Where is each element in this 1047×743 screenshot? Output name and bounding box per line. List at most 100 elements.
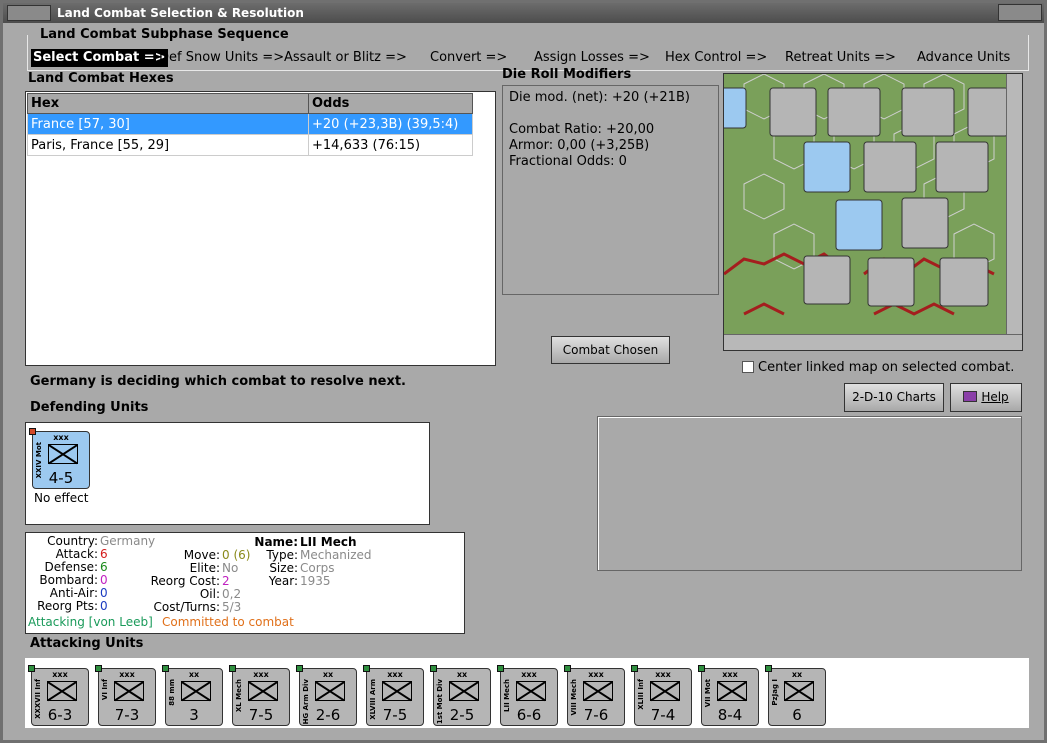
attacker-counter[interactable]: xxx XL Mech 7-5 xyxy=(229,665,290,726)
unit-symbol-icon xyxy=(717,681,747,701)
close-button[interactable] xyxy=(998,4,1042,21)
map-horizontal-scrollbar[interactable] xyxy=(724,334,1022,350)
combat-chosen-button[interactable]: Combat Chosen xyxy=(551,336,670,364)
attacker-counter[interactable]: xx HG Arm Div 2-6 xyxy=(296,665,357,726)
title-bar: Land Combat Selection & Resolution xyxy=(3,3,1044,23)
unit-size: xx xyxy=(188,670,200,679)
unit-symbol-icon xyxy=(382,681,412,701)
unit-strength: 6-3 xyxy=(47,706,73,724)
drm-net: Die mod. (net): +20 (+21B) xyxy=(509,90,690,105)
unit-name: 88 mm xyxy=(168,679,176,706)
attacker-counter[interactable]: xxx XLVIII Arm 7-5 xyxy=(363,665,424,726)
unit-symbol-icon xyxy=(784,681,814,701)
cost-turns-label: Cost/Turns: xyxy=(153,600,220,614)
unit-size: xx xyxy=(791,670,803,679)
unit-symbol-icon xyxy=(248,681,278,701)
unit-name: VI Inf xyxy=(101,679,109,701)
unit-size: xx xyxy=(322,670,334,679)
unit-symbol-icon xyxy=(315,681,345,701)
help-button[interactable]: Help xyxy=(950,383,1022,412)
unit-strength: 6 xyxy=(792,706,802,724)
map-hexes xyxy=(724,74,1008,316)
attacker-counter[interactable]: xxx XXXVII Inf 6-3 xyxy=(28,665,89,726)
map-vertical-scrollbar[interactable] xyxy=(1006,74,1022,336)
attacking-units-strip: xxx XXXVII Inf 6-3 xxx VI Inf 7-3 xx 88 mm 3 xxx X… xyxy=(25,658,1029,728)
hexes-list: Hex Odds France [57, 30] +20 (+23,3B) (3… xyxy=(25,91,496,366)
unit-size: xxx xyxy=(52,670,68,679)
linked-map[interactable] xyxy=(723,73,1023,351)
charts-button[interactable]: 2-D-10 Charts xyxy=(844,383,944,412)
step-assign-losses: Assign Losses => xyxy=(534,50,650,65)
defending-title: Defending Units xyxy=(30,400,149,415)
unit-symbol-icon xyxy=(583,681,613,701)
step-convert: Convert => xyxy=(430,50,508,65)
attacker-counter[interactable]: xx 1st Mot Div 2-5 xyxy=(430,665,491,726)
unit-size: xxx xyxy=(53,433,69,442)
drm-panel: Die mod. (net): +20 (+21B) Combat Ratio:… xyxy=(502,85,719,295)
year-value: 1935 xyxy=(300,574,331,588)
hex-cell: France [57, 30] xyxy=(27,113,309,135)
attacker-counter[interactable]: xxx VI Inf 7-3 xyxy=(95,665,156,726)
col-hex[interactable]: Hex xyxy=(27,93,309,114)
unit-strength: 7-5 xyxy=(382,706,408,724)
unit-name: PzJag I xyxy=(771,679,779,706)
drm-armor: Armor: 0,00 (+3,25B) xyxy=(509,138,650,153)
unit-name: VII Mot xyxy=(704,679,712,708)
unit-size: xxx xyxy=(387,670,403,679)
odds-cell: +14,633 (76:15) xyxy=(308,134,473,156)
unit-strength: 7-3 xyxy=(114,706,140,724)
unit-strength: 6-6 xyxy=(516,706,542,724)
attacker-counter[interactable]: xx PzJag I 6 xyxy=(765,665,826,726)
defending-units-panel: xxx XXIV Mot 4-5 No effect xyxy=(25,422,430,525)
reorg-pts-value: 0 xyxy=(100,599,108,613)
unit-info-panel: Country: Germany Attack: 6 Defense: 6 Bo… xyxy=(25,532,465,634)
unit-size: xxx xyxy=(722,670,738,679)
subphase-steps: Select Combat => Def Snow Units => Assau… xyxy=(31,49,1031,67)
hexes-table: Hex Odds France [57, 30] +20 (+23,3B) (3… xyxy=(27,93,473,156)
cost-turns-value: 5/3 xyxy=(222,600,242,614)
attacker-counter[interactable]: xxx LII Mech 6-6 xyxy=(497,665,558,726)
table-row[interactable]: Paris, France [55, 29] +14,633 (76:15) xyxy=(27,134,473,156)
drm-ratio: Combat Ratio: +20,00 xyxy=(509,122,655,137)
attacker-counter[interactable]: xxx VIII Mech 7-6 xyxy=(564,665,625,726)
land-combat-window: Land Combat Selection & Resolution Land … xyxy=(0,0,1047,743)
hexes-title: Land Combat Hexes xyxy=(28,71,174,86)
unit-size: xxx xyxy=(253,670,269,679)
window-menu-icon[interactable] xyxy=(7,5,51,21)
table-row[interactable]: France [57, 30] +20 (+23,3B) (39,5:4) xyxy=(27,113,473,135)
center-map-option[interactable]: Center linked map on selected combat. xyxy=(742,360,1014,375)
year-label: Year: xyxy=(268,574,298,588)
unit-strength: 3 xyxy=(189,706,199,724)
odds-cell: +20 (+23,3B) (39,5:4) xyxy=(308,113,473,135)
help-label: Help xyxy=(981,390,1009,404)
combat-status: Germany is deciding which combat to reso… xyxy=(30,374,406,389)
attacking-title: Attacking Units xyxy=(30,636,144,651)
defender-result: No effect xyxy=(34,491,89,505)
unit-symbol-icon xyxy=(516,681,546,701)
unit-strength: 4-5 xyxy=(48,469,74,487)
col-odds[interactable]: Odds xyxy=(308,93,473,114)
attacking-leader: Attacking [von Leeb] xyxy=(28,615,153,629)
step-advance-units: Advance Units xyxy=(917,50,1011,65)
unit-symbol-icon xyxy=(114,681,144,701)
step-hex-control: Hex Control => xyxy=(665,50,768,65)
step-retreat-units: Retreat Units => xyxy=(785,50,896,65)
attacker-counter[interactable]: xx 88 mm 3 xyxy=(162,665,223,726)
committed-status: Committed to combat xyxy=(162,615,294,629)
unit-symbol-icon xyxy=(449,681,479,701)
reorg-pts-label: Reorg Pts: xyxy=(37,599,98,613)
center-map-label: Center linked map on selected combat. xyxy=(758,360,1015,375)
unit-symbol-icon xyxy=(47,681,77,701)
drm-title: Die Roll Modifiers xyxy=(502,67,632,82)
combat-result-panel xyxy=(597,416,1022,571)
attacker-counter[interactable]: xxx XLIII Inf 7-4 xyxy=(631,665,692,726)
attacker-counter[interactable]: xxx VII Mot 8-4 xyxy=(698,665,759,726)
defender-counter[interactable]: xxx XXIV Mot 4-5 xyxy=(29,428,90,489)
center-map-checkbox[interactable] xyxy=(742,361,754,373)
step-select-combat: Select Combat => xyxy=(31,49,168,67)
unit-size: xxx xyxy=(521,670,537,679)
unit-strength: 7-5 xyxy=(248,706,274,724)
unit-strength: 7-4 xyxy=(650,706,676,724)
subphase-title: Land Combat Subphase Sequence xyxy=(37,27,292,42)
drm-fractional: Fractional Odds: 0 xyxy=(509,154,627,169)
